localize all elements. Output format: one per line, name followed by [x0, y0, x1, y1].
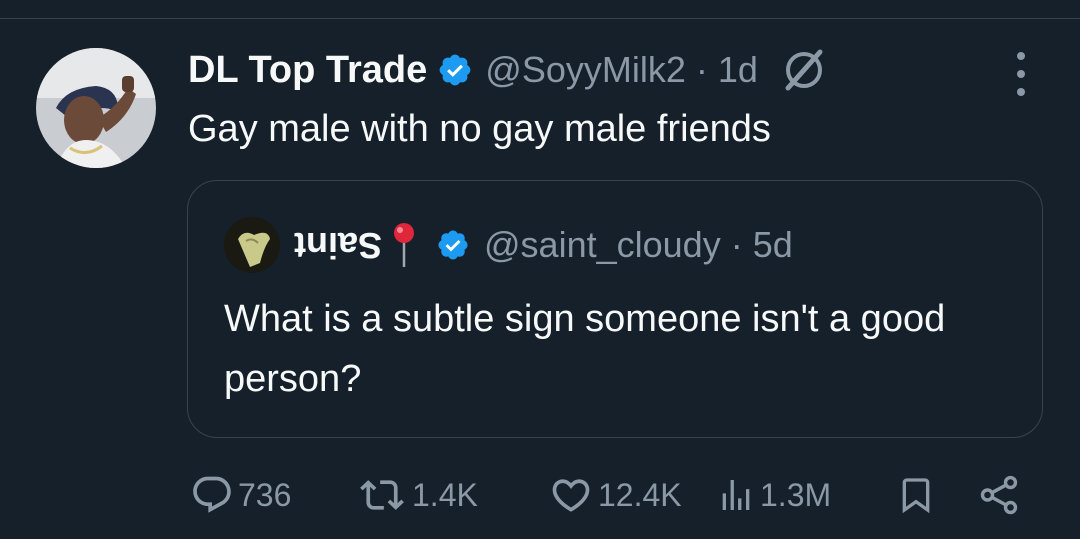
views-chart-icon — [722, 480, 750, 510]
bookmark-button[interactable] — [896, 470, 936, 520]
repost-button[interactable]: 1.4K — [356, 470, 478, 520]
reply-button[interactable]: 736 — [190, 470, 291, 520]
quoted-author-avatar[interactable] — [224, 217, 280, 273]
reply-count: 736 — [238, 476, 292, 513]
tweet-actions: 736 1.4K 12.4K 1.3M — [0, 470, 1080, 520]
reply-icon — [193, 476, 231, 513]
like-button[interactable]: 12.4K — [548, 470, 682, 520]
quoted-author-display-name[interactable]: Saint — [294, 224, 382, 266]
tweet-timestamp[interactable]: 1d — [718, 49, 758, 91]
verified-badge-icon[interactable] — [436, 228, 470, 262]
repost-count: 1.4K — [412, 476, 478, 513]
more-vertical-icon[interactable] — [1004, 52, 1038, 96]
separator-dot: · — [730, 224, 743, 265]
quoted-author-handle[interactable]: @saint_cloudy — [484, 224, 721, 266]
author-handle[interactable]: @SoyyMilk2 — [485, 49, 686, 91]
quoted-tweet[interactable]: Saint 📍 @saint_cloudy · 5d What is a sub… — [187, 180, 1043, 438]
author-avatar[interactable] — [36, 48, 156, 168]
grok-icon[interactable] — [782, 48, 826, 92]
view-count: 1.3M — [760, 476, 832, 513]
share-button[interactable] — [976, 470, 1022, 520]
quoted-tweet-timestamp[interactable]: 5d — [753, 224, 793, 266]
quoted-tweet-text: What is a subtle sign someone isn't a go… — [224, 298, 946, 400]
verified-badge-icon[interactable] — [437, 52, 473, 88]
tweet[interactable]: DL Top Trade @SoyyMilk2 · 1d Gay male wi… — [0, 0, 1080, 539]
bookmark-icon — [902, 478, 930, 514]
tweet-header: DL Top Trade @SoyyMilk2 · 1d — [188, 44, 826, 96]
author-display-name[interactable]: DL Top Trade — [188, 49, 427, 92]
like-count: 12.4K — [598, 476, 682, 513]
views-button[interactable]: 1.3M — [716, 470, 831, 520]
quoted-tweet-header: Saint 📍 @saint_cloudy · 5d — [294, 219, 793, 271]
repost-icon — [360, 480, 404, 510]
share-icon — [980, 475, 1018, 515]
separator-dot: · — [695, 49, 708, 90]
tweet-text: Gay male with no gay male friends — [188, 108, 771, 150]
heart-icon — [552, 479, 590, 512]
round-pushpin-emoji: 📍 — [390, 221, 418, 269]
